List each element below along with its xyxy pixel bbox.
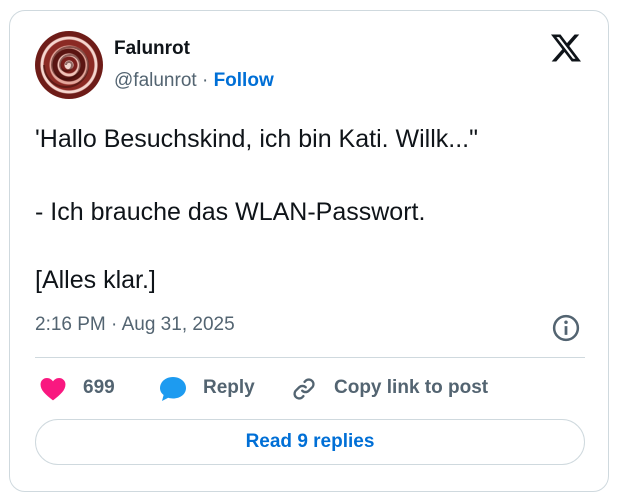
divider [35, 357, 585, 358]
x-logo-icon[interactable] [551, 33, 581, 63]
copy-link-button[interactable]: Copy link to post [334, 377, 488, 399]
tweet-line-2: - Ich brauche das WLAN-Passwort. [35, 198, 426, 226]
author-handle[interactable]: @falunrot [114, 70, 197, 91]
info-icon[interactable] [551, 313, 581, 343]
tweet-line-1: 'Hallo Besuchskind, ich bin Kati. Willk.… [35, 125, 478, 153]
like-count[interactable]: 699 [83, 377, 115, 399]
avatar[interactable] [35, 31, 103, 99]
tweet-line-3: [Alles klar.] [35, 266, 156, 294]
author-name[interactable]: Falunrot [114, 38, 190, 60]
reply-button[interactable]: Reply [203, 377, 255, 399]
heart-icon[interactable] [40, 377, 66, 401]
tweet-timestamp[interactable]: 2:16 PM · Aug 31, 2025 [35, 314, 235, 336]
follow-button[interactable]: Follow [214, 70, 274, 91]
avatar-swirl [43, 46, 90, 88]
handle-separator: · [196, 70, 214, 91]
author-handle-row: @falunrot · Follow [114, 70, 274, 92]
link-icon[interactable] [290, 375, 318, 403]
read-replies-button[interactable]: Read 9 replies [35, 419, 585, 465]
speech-bubble-icon[interactable] [158, 375, 188, 403]
